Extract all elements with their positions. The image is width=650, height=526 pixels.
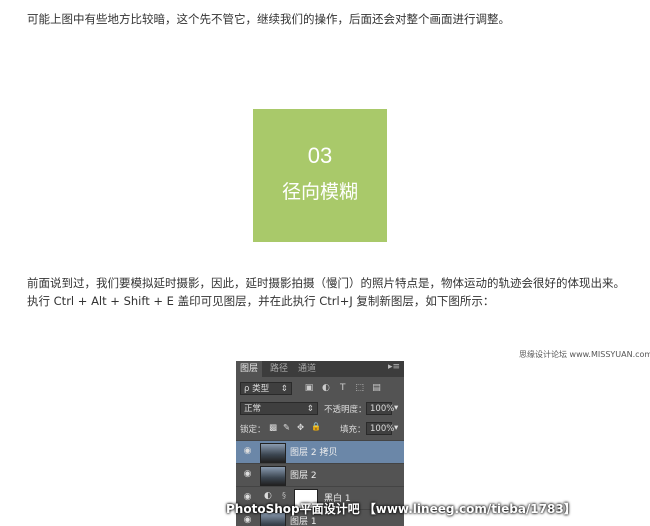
lock-pixels-icon[interactable]: ▩ (269, 423, 277, 433)
chain-link-icon[interactable]: § (282, 491, 286, 500)
blend-mode-select[interactable]: 正常 ⇕ (240, 402, 318, 415)
tab-layers[interactable]: 图层 (236, 361, 263, 377)
type-filter-icon[interactable]: T (338, 383, 348, 393)
blend-row: 正常 ⇕ 不透明度： 100% ▾ (236, 399, 404, 419)
site-credit: 思缘设计论坛 www.MISSYUAN.com (519, 350, 650, 359)
filter-icons: ▣ ◐ T ⬚ ▤ (304, 383, 386, 393)
filter-arrow-icon: ⇕ (280, 384, 288, 394)
fill-arrow-icon[interactable]: ▾ (394, 423, 398, 433)
paragraph-intro: 可能上图中有些地方比较暗，这个先不管它，继续我们的操作，后面还会对整个画面进行调… (27, 12, 510, 26)
section-title: 径向模糊 (281, 181, 358, 203)
layer-name: 图层 2 拷贝 (290, 448, 338, 458)
blend-arrow-icon: ⇕ (306, 404, 314, 414)
shape-filter-icon[interactable]: ⬚ (355, 383, 365, 393)
filter-type-select[interactable]: ρ 类型 ⇕ (240, 382, 292, 395)
lock-position-icon[interactable]: ✥ (297, 423, 304, 433)
pixel-filter-icon[interactable]: ▣ (304, 383, 314, 393)
visibility-eye-icon[interactable]: ◉ (241, 445, 254, 458)
tab-channels[interactable]: 通道 (294, 361, 320, 377)
panel-menu-icon[interactable]: ▸≡ (388, 362, 400, 372)
panel-tabs: 图层 路径 通道 ▸≡ (236, 361, 404, 377)
section-header-card: 03 径向模糊 (253, 109, 387, 242)
smart-object-filter-icon[interactable]: ▤ (372, 383, 382, 393)
lock-row: 锁定： ▩ ✎ ✥ 🔒 填充： 100% ▾ (236, 419, 404, 439)
layer-thumbnail (260, 443, 286, 463)
opacity-label: 不透明度： (324, 405, 367, 415)
layer-name: 图层 2 (290, 471, 317, 481)
paragraph-instruction: 执行 Ctrl + Alt + Shift + E 盖印可见图层，并在此执行 C… (27, 294, 495, 308)
layer-row[interactable]: ◉ 图层 2 (236, 463, 404, 486)
opacity-arrow-icon[interactable]: ▾ (394, 403, 398, 413)
lock-paint-icon[interactable]: ✎ (283, 423, 290, 433)
filter-row: ρ 类型 ⇕ ▣ ◐ T ⬚ ▤ (236, 379, 404, 399)
opacity-input[interactable]: 100% (366, 402, 394, 415)
lock-all-icon[interactable]: 🔒 (311, 422, 321, 431)
fill-input[interactable]: 100% (366, 422, 394, 435)
filter-type-label: ρ 类型 (244, 384, 270, 394)
layer-thumbnail (260, 466, 286, 486)
tab-paths[interactable]: 路径 (266, 361, 292, 377)
lock-label: 锁定： (240, 425, 266, 435)
watermark-text: PhotoShop平面设计吧 【www.lineeg.com/tieba/178… (226, 502, 576, 516)
adjustment-filter-icon[interactable]: ◐ (321, 383, 331, 393)
blend-mode-value: 正常 (244, 404, 262, 414)
visibility-eye-icon[interactable]: ◉ (241, 468, 254, 481)
layer-row-selected[interactable]: ◉ 图层 2 拷贝 (236, 440, 404, 463)
fill-label: 填充： (340, 425, 366, 435)
paragraph-description: 前面说到过，我们要模拟延时摄影，因此，延时摄影拍摄（慢门）的照片特点是，物体运动… (27, 276, 625, 290)
section-number: 03 (307, 143, 333, 168)
